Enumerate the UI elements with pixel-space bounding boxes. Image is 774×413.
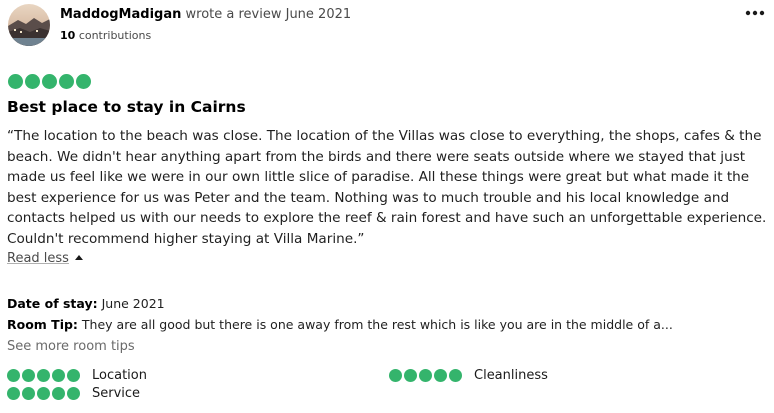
review-title[interactable]: Best place to stay in Cairns (7, 96, 246, 118)
rating-bubble-icon (389, 368, 402, 382)
chevron-up-icon (74, 255, 83, 260)
read-less-button[interactable]: Read less (7, 250, 83, 268)
sub-rating-label: Service (92, 385, 141, 401)
review-body: “The location to the beach was close. Th… (7, 128, 767, 247)
read-less-label: Read less (7, 251, 69, 266)
sub-rating-cleanliness: Cleanliness (389, 366, 548, 384)
rating-bubble-icon (37, 368, 50, 382)
sub-rating-location: Location (7, 366, 147, 384)
rating-bubble-icon (25, 74, 40, 89)
rating-bubble-icon (404, 368, 417, 382)
rating-bubble-icon (67, 368, 80, 382)
sub-rating-label: Location (92, 367, 147, 383)
rating-bubble-icon (52, 386, 65, 400)
rating-bubble-icon (7, 386, 20, 400)
contributions-line: 10 contributions (60, 28, 151, 44)
more-options-button[interactable] (742, 4, 768, 22)
rating-bubble-icon (22, 386, 35, 400)
review-date-text: wrote a review June 2021 (185, 7, 352, 22)
reviewer-name[interactable]: MaddogMadigan (60, 7, 181, 22)
room-tip-label: Room Tip: (7, 317, 78, 332)
rating-bubble-icon (76, 74, 91, 89)
rating-bubble-icon (434, 368, 447, 382)
contributions-label: contributions (78, 29, 152, 42)
sub-rating-bubbles (389, 368, 462, 382)
rating-bubble-icon (67, 386, 80, 400)
rating-bubble-icon (42, 74, 57, 89)
rating-bubble-icon (419, 368, 432, 382)
avatar[interactable] (8, 4, 50, 46)
sub-rating-label: Cleanliness (474, 367, 548, 383)
reviewer-line: MaddogMadigan wrote a review June 2021 (60, 6, 351, 24)
date-of-stay-value: June 2021 (101, 296, 165, 311)
rating-bubble-icon (449, 368, 462, 382)
rating-bubble-icon (37, 386, 50, 400)
sub-rating-bubbles (7, 368, 80, 382)
rating-bubble-icon (7, 368, 20, 382)
sub-rating-service: Service (7, 384, 140, 402)
overall-rating-bubbles (8, 74, 91, 89)
contributions-count: 10 (60, 29, 76, 42)
room-tip: Room Tip: They are all good but there is… (7, 316, 673, 334)
sub-rating-bubbles (7, 386, 80, 400)
rating-bubble-icon (59, 74, 74, 89)
more-horizontal-icon (745, 10, 765, 16)
room-tip-value: They are all good but there is one away … (81, 317, 673, 332)
rating-bubble-icon (8, 74, 23, 89)
rating-bubble-icon (52, 368, 65, 382)
rating-bubble-icon (22, 368, 35, 382)
date-of-stay-label: Date of stay: (7, 296, 98, 311)
see-more-room-tips-link[interactable]: See more room tips (7, 338, 135, 356)
avatar-photo (8, 4, 50, 46)
date-of-stay: Date of stay: June 2021 (7, 295, 165, 313)
review-header: MaddogMadigan wrote a review June 2021 1… (8, 4, 768, 48)
